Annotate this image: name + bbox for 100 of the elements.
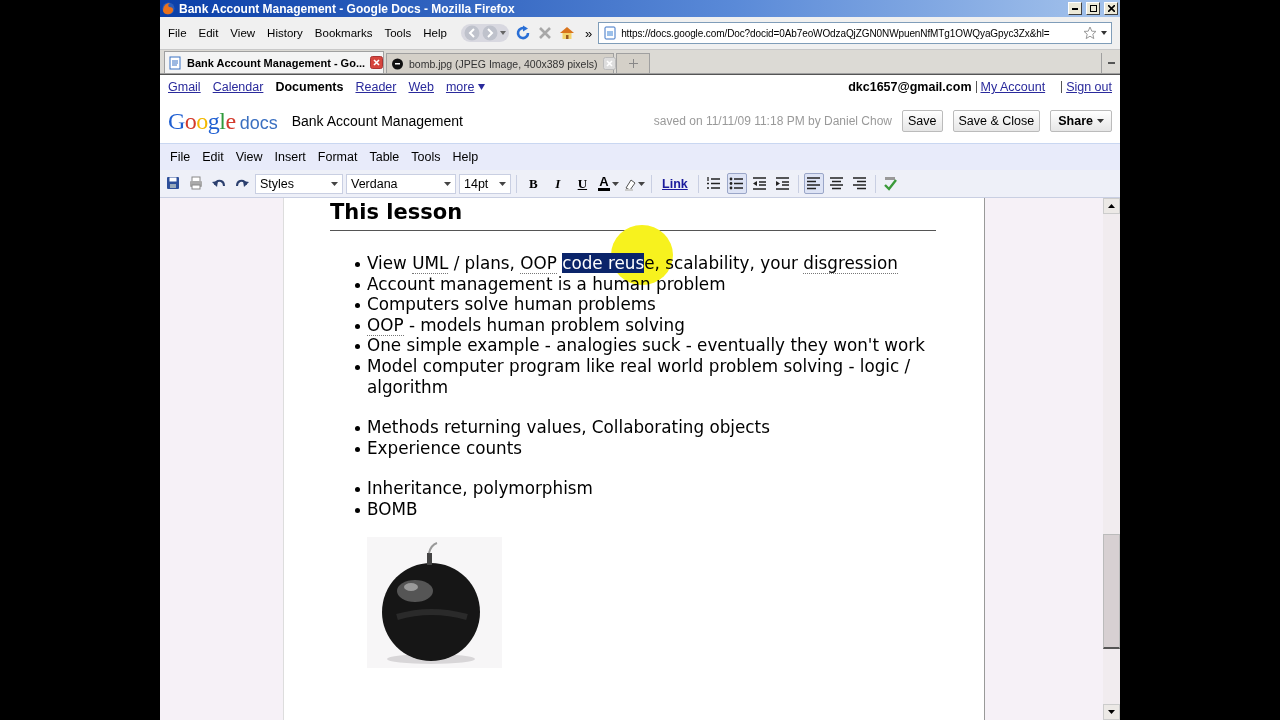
- scrollbar[interactable]: [1103, 198, 1120, 720]
- window-title: Bank Account Management - Google Docs - Mozilla Firefox: [179, 1, 516, 16]
- font-dropdown[interactable]: Styles: [255, 173, 343, 194]
- align-center-icon: [829, 176, 845, 191]
- save-status: saved on 11/11/09 11:18 PM by Daniel Chow: [653, 114, 892, 128]
- nav-link[interactable]: Documents: [275, 80, 344, 94]
- list-item-text: Experience counts: [367, 437, 522, 459]
- menu-item[interactable]: File: [164, 25, 195, 41]
- reload-icon[interactable]: [514, 25, 531, 41]
- bullet: [355, 446, 360, 452]
- bomb-icon: [391, 57, 404, 70]
- down-arrow-icon[interactable]: [1108, 710, 1115, 714]
- star-icon[interactable]: [1083, 26, 1097, 40]
- indent-icon[interactable]: [775, 176, 791, 191]
- up-arrow-icon[interactable]: [1108, 204, 1115, 208]
- menu-item[interactable]: Insert: [268, 150, 312, 164]
- nav-link[interactable]: Gmail: [168, 80, 201, 94]
- bullet: [355, 364, 360, 370]
- bullet: [355, 282, 360, 288]
- list-item-text: OOP - models human problem solving: [367, 314, 685, 336]
- user-email: dkc1657@gmail.com: [848, 80, 972, 94]
- menu-item[interactable]: Bookmarks: [310, 25, 381, 41]
- text-color-button[interactable]: A: [597, 173, 621, 194]
- menu-item[interactable]: Tools: [405, 150, 447, 164]
- close-button[interactable]: [1104, 2, 1118, 15]
- caret-icon: [638, 181, 646, 186]
- save-close-button[interactable]: Save & Close: [952, 110, 1041, 132]
- overflow-chevron[interactable]: »: [584, 25, 593, 41]
- minimize-icon: [1072, 7, 1078, 10]
- list-item-text: Computers solve human problems: [367, 294, 656, 315]
- browser-tab[interactable]: Bank Account Management - Go...: [164, 51, 384, 73]
- menu-item[interactable]: History: [263, 25, 311, 41]
- account-link[interactable]: My Account: [980, 80, 1046, 94]
- heading: This lesson: [330, 199, 464, 225]
- save-icon[interactable]: [165, 176, 181, 191]
- close-icon[interactable]: [370, 56, 384, 69]
- list-item-text: Methods returning values, Collaborating objects: [367, 417, 770, 438]
- numbered-list-icon: [706, 176, 722, 191]
- logo-text: Google: [168, 107, 236, 135]
- link-button[interactable]: Link: [657, 173, 693, 194]
- account-link[interactable]: Sign out: [1066, 80, 1112, 94]
- bulleted-list-button[interactable]: [726, 173, 747, 194]
- nav-link[interactable]: Reader: [355, 80, 397, 94]
- menu-item[interactable]: Edit: [194, 25, 227, 41]
- menu-item[interactable]: File: [164, 150, 197, 164]
- menu-item[interactable]: Format: [311, 150, 364, 164]
- bold-button[interactable]: B: [522, 173, 545, 194]
- bullet: [355, 487, 360, 493]
- caret-icon: [612, 181, 620, 186]
- share-button[interactable]: Share: [1050, 110, 1112, 132]
- caret-icon[interactable]: [1101, 31, 1107, 35]
- nav-link[interactable]: Web: [408, 80, 434, 94]
- save-button[interactable]: Save: [902, 110, 943, 132]
- close-icon: [1107, 5, 1115, 12]
- divider: [975, 81, 977, 93]
- caret-icon: [1097, 119, 1104, 123]
- scroll-thumb[interactable]: [1103, 533, 1120, 649]
- italic-button[interactable]: I: [547, 173, 568, 194]
- menu-item[interactable]: Tools: [380, 25, 420, 41]
- document-title[interactable]: Bank Account Management: [291, 113, 463, 129]
- minimize-button[interactable]: [1068, 2, 1082, 15]
- menu-item[interactable]: View: [229, 150, 269, 164]
- more-link[interactable]: more: [445, 80, 475, 94]
- browser-tab[interactable]: bomb.jpg (JPEG Image, 400x389 pixels): [386, 53, 614, 73]
- maximize-icon: [1089, 5, 1097, 12]
- list-item-text: BOMB: [367, 498, 418, 520]
- home-icon[interactable]: [558, 25, 575, 41]
- caret-icon[interactable]: [478, 84, 486, 90]
- menu-item[interactable]: View: [226, 25, 264, 41]
- caret-icon: [444, 181, 451, 186]
- underline-button[interactable]: U: [570, 173, 595, 194]
- maximize-button[interactable]: [1086, 2, 1100, 15]
- menu-item[interactable]: Help: [446, 150, 485, 164]
- bullet: [355, 262, 360, 267]
- align-right-icon: [852, 176, 868, 191]
- plus-icon: [628, 59, 638, 68]
- bullet: [355, 303, 360, 309]
- divider: [1061, 81, 1063, 93]
- align-left-button[interactable]: [803, 173, 824, 194]
- outdent-icon[interactable]: [752, 176, 768, 191]
- caret-icon: [499, 181, 506, 186]
- menu-item[interactable]: Edit: [196, 150, 230, 164]
- bulleted-list-icon: [729, 176, 745, 191]
- font-dropdown[interactable]: 14pt: [459, 173, 511, 194]
- address-field[interactable]: https://docs.google.com/Doc?docid=0Ab7eoWOdzaQjZGN0NWpuenNfMTg1OWQyaGpyc3Zx&hl=: [598, 22, 1112, 44]
- document-icon: [169, 55, 182, 70]
- list-item-text: Inheritance, polymorphism: [367, 478, 593, 499]
- nav-link[interactable]: Calendar: [212, 80, 264, 94]
- bullet: [355, 426, 360, 432]
- caret-icon: [331, 181, 338, 186]
- print-icon[interactable]: [188, 176, 204, 191]
- page-icon: [603, 26, 618, 40]
- menu-item[interactable]: Help: [419, 25, 455, 41]
- bullet: [355, 344, 360, 350]
- font-dropdown[interactable]: Verdana: [346, 173, 456, 194]
- menu-item[interactable]: Table: [363, 150, 406, 164]
- bullet: [355, 323, 360, 329]
- spellcheck-icon[interactable]: [883, 176, 899, 191]
- list-item-text: Account management is a human problem: [367, 273, 726, 295]
- align-left-icon: [806, 176, 822, 191]
